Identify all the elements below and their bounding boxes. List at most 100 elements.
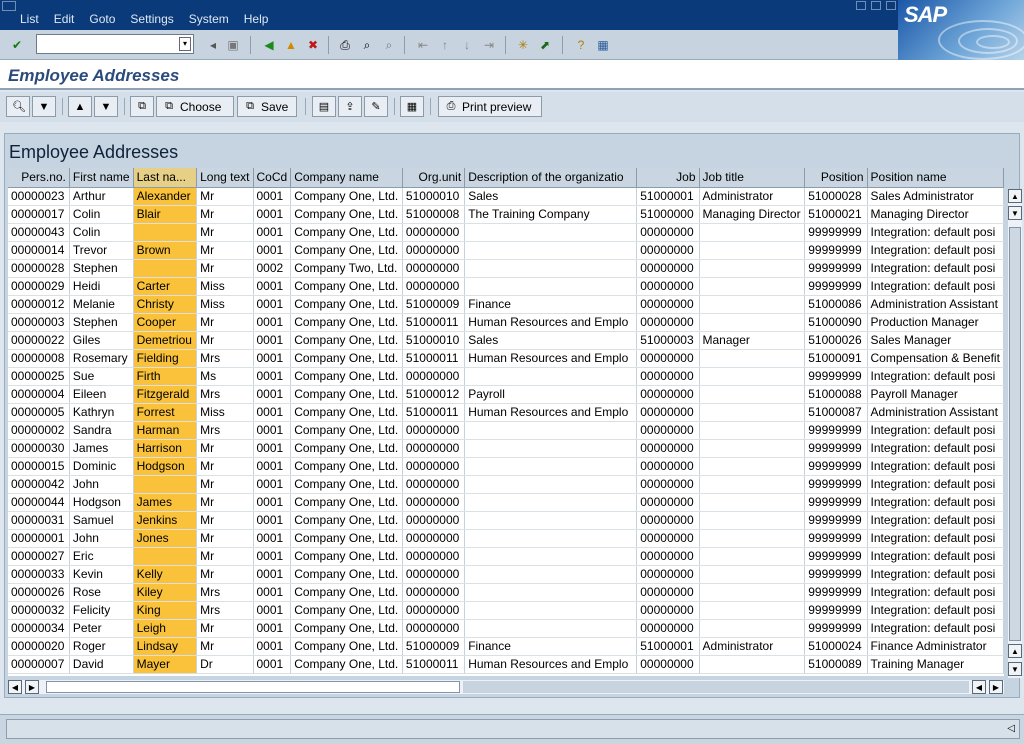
table-cell[interactable]: Manager bbox=[699, 331, 806, 350]
table-cell[interactable]: The Training Company bbox=[464, 205, 638, 224]
table-cell[interactable]: Arthur bbox=[69, 187, 134, 206]
vertical-scrollbar[interactable]: ▲ ▼ ▲ ▼ bbox=[1008, 189, 1022, 678]
table-row[interactable]: 00000028 Stephen Mr 0002 Company Two, Ltd. 00… bbox=[8, 259, 1004, 278]
table-cell[interactable]: 99999999 bbox=[804, 421, 868, 440]
table-cell[interactable]: Integration: default posi bbox=[867, 565, 1004, 584]
table-cell[interactable]: 00000012 bbox=[8, 295, 70, 314]
table-cell[interactable] bbox=[464, 601, 638, 620]
table-cell[interactable]: 00000000 bbox=[402, 223, 466, 242]
table-cell[interactable]: Mayer bbox=[133, 655, 198, 674]
table-cell[interactable]: 99999999 bbox=[804, 511, 868, 530]
table-cell[interactable]: Kevin bbox=[69, 565, 134, 584]
details-button[interactable]: 🔍︎ bbox=[6, 96, 30, 117]
table-row[interactable]: 00000031 Samuel Jenkins Mr 0001 Company One, … bbox=[8, 511, 1004, 530]
table-cell[interactable]: 51000001 bbox=[636, 637, 700, 656]
table-cell[interactable]: 99999999 bbox=[804, 583, 868, 602]
table-row[interactable]: 00000008 Rosemary Fielding Mrs 0001 Company O… bbox=[8, 349, 1004, 368]
export-button[interactable]: ⇪ bbox=[338, 96, 362, 117]
table-cell[interactable] bbox=[699, 601, 806, 620]
table-cell[interactable]: Dr bbox=[196, 655, 254, 674]
table-cell[interactable]: 51000024 bbox=[804, 637, 868, 656]
table-cell[interactable] bbox=[699, 385, 806, 404]
table-cell[interactable]: Company One, Ltd. bbox=[290, 475, 403, 494]
find-icon[interactable]: ⌕ bbox=[358, 36, 376, 54]
table-cell[interactable]: 00000000 bbox=[636, 259, 700, 278]
table-cell[interactable] bbox=[464, 421, 638, 440]
table-cell[interactable]: 00000000 bbox=[402, 601, 466, 620]
table-cell[interactable]: 51000008 bbox=[402, 205, 466, 224]
table-cell[interactable] bbox=[464, 493, 638, 512]
table-cell[interactable] bbox=[699, 421, 806, 440]
table-cell[interactable]: Kiley bbox=[133, 583, 198, 602]
table-row[interactable]: 00000023 Arthur Alexander Mr 0001 Company One… bbox=[8, 187, 1004, 206]
table-cell[interactable]: 00000000 bbox=[402, 421, 466, 440]
command-history-icon[interactable]: ▾ bbox=[179, 37, 191, 51]
table-cell[interactable]: 00000000 bbox=[636, 475, 700, 494]
table-cell[interactable]: 00000000 bbox=[636, 493, 700, 512]
save-disk-icon[interactable]: ▣ bbox=[224, 36, 242, 54]
table-cell[interactable]: Jones bbox=[133, 529, 198, 548]
table-cell[interactable]: 0001 bbox=[253, 331, 292, 350]
table-cell[interactable]: 00000000 bbox=[636, 313, 700, 332]
table-cell[interactable]: 0001 bbox=[253, 277, 292, 296]
table-cell[interactable]: Sue bbox=[69, 367, 134, 386]
menu-list[interactable]: List bbox=[20, 12, 39, 26]
table-cell[interactable]: Giles bbox=[69, 331, 134, 350]
table-row[interactable]: 00000020 Roger Lindsay Mr 0001 Company One, L… bbox=[8, 637, 1004, 656]
table-cell[interactable]: Trevor bbox=[69, 241, 134, 260]
table-cell[interactable] bbox=[699, 529, 806, 548]
table-cell[interactable]: Mr bbox=[196, 547, 254, 566]
column-header[interactable]: Description of the organizatio bbox=[464, 168, 638, 188]
column-header[interactable]: Position bbox=[804, 168, 868, 188]
table-row[interactable]: 00000030 James Harrison Mr 0001 Company One, … bbox=[8, 439, 1004, 458]
menu-settings[interactable]: Settings bbox=[130, 12, 173, 26]
table-cell[interactable]: 51000010 bbox=[402, 331, 466, 350]
table-cell[interactable]: Mr bbox=[196, 637, 254, 656]
table-cell[interactable]: Company One, Ltd. bbox=[290, 367, 403, 386]
table-cell[interactable]: Colin bbox=[69, 223, 134, 242]
table-cell[interactable]: Integration: default posi bbox=[867, 547, 1004, 566]
table-cell[interactable]: Hodgson bbox=[69, 493, 134, 512]
table-cell[interactable] bbox=[133, 475, 198, 494]
table-cell[interactable]: Payroll Manager bbox=[867, 385, 1004, 404]
table-cell[interactable]: 00000044 bbox=[8, 493, 70, 512]
table-cell[interactable]: Eileen bbox=[69, 385, 134, 404]
table-cell[interactable]: Mrs bbox=[196, 385, 254, 404]
find-next-icon[interactable]: ⌕ bbox=[380, 36, 398, 54]
filter-button[interactable]: ▼ bbox=[32, 96, 56, 117]
table-cell[interactable]: Sales bbox=[464, 331, 638, 350]
table-row[interactable]: 00000012 Melanie Christy Miss 0001 Company On… bbox=[8, 295, 1004, 314]
table-cell[interactable]: Mr bbox=[196, 259, 254, 278]
page-up-icon[interactable]: ▲ bbox=[1008, 644, 1022, 658]
table-cell[interactable]: Company One, Ltd. bbox=[290, 619, 403, 638]
table-cell[interactable]: Eric bbox=[69, 547, 134, 566]
table-cell[interactable]: 0001 bbox=[253, 511, 292, 530]
table-cell[interactable]: Miss bbox=[196, 295, 254, 314]
table-cell[interactable]: 00000028 bbox=[8, 259, 70, 278]
table-cell[interactable]: Alexander bbox=[133, 187, 198, 206]
table-cell[interactable]: Stephen bbox=[69, 313, 134, 332]
table-cell[interactable]: Company One, Ltd. bbox=[290, 187, 403, 206]
table-cell[interactable]: John bbox=[69, 529, 134, 548]
table-cell[interactable]: Colin bbox=[69, 205, 134, 224]
table-cell[interactable]: 0001 bbox=[253, 403, 292, 422]
table-cell[interactable]: Production Manager bbox=[867, 313, 1004, 332]
table-cell[interactable]: 51000089 bbox=[804, 655, 868, 674]
table-cell[interactable]: 99999999 bbox=[804, 601, 868, 620]
table-cell[interactable]: Company Two, Ltd. bbox=[290, 259, 403, 278]
table-cell[interactable]: 0001 bbox=[253, 565, 292, 584]
table-cell[interactable]: 51000090 bbox=[804, 313, 868, 332]
table-cell[interactable] bbox=[699, 493, 806, 512]
table-cell[interactable]: 00000000 bbox=[636, 367, 700, 386]
table-cell[interactable]: Company One, Ltd. bbox=[290, 583, 403, 602]
table-cell[interactable]: Integration: default posi bbox=[867, 421, 1004, 440]
table-cell[interactable]: 00000029 bbox=[8, 277, 70, 296]
table-row[interactable]: 00000004 Eileen Fitzgerald Mrs 0001 Company O… bbox=[8, 385, 1004, 404]
table-cell[interactable]: Compensation & Benefit bbox=[867, 349, 1004, 368]
table-cell[interactable] bbox=[699, 403, 806, 422]
table-cell[interactable]: Leigh bbox=[133, 619, 198, 638]
table-cell[interactable]: 00000000 bbox=[636, 295, 700, 314]
table-cell[interactable]: James bbox=[69, 439, 134, 458]
table-cell[interactable]: 0001 bbox=[253, 439, 292, 458]
table-cell[interactable]: Mr bbox=[196, 511, 254, 530]
